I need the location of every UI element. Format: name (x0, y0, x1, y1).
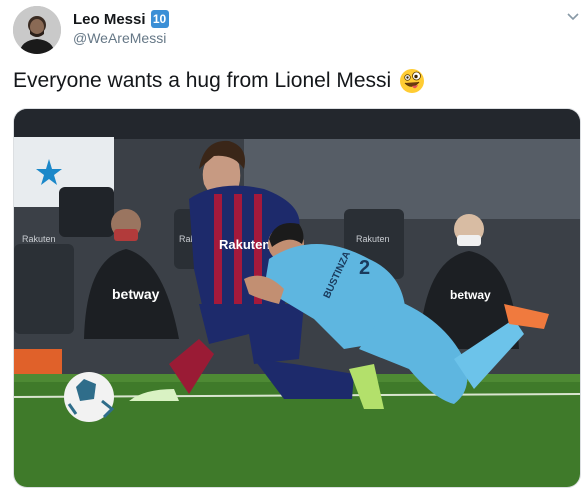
svg-text:betway: betway (450, 288, 491, 302)
chevron-down-icon[interactable] (566, 10, 580, 24)
tweet-photo[interactable]: Rakuten Rakuten Rakuten betway betway (13, 108, 581, 488)
tweet-card: Leo Messi 10 @WeAreMessi Everyone wants … (0, 0, 587, 492)
zany-face-emoji-icon (399, 68, 425, 94)
author-handle[interactable]: @WeAreMessi (73, 30, 166, 46)
svg-text:Rakuten: Rakuten (356, 234, 390, 244)
tweet-text-body: Everyone wants a hug from Lionel Messi (13, 69, 392, 92)
svg-text:Rakuten: Rakuten (219, 237, 270, 252)
author-name[interactable]: Leo Messi (73, 11, 146, 28)
svg-text:betway: betway (112, 286, 160, 302)
photo-scene: Rakuten Rakuten Rakuten betway betway (14, 109, 580, 487)
number-badge: 10 (150, 10, 169, 28)
svg-text:2: 2 (359, 257, 370, 279)
avatar[interactable] (13, 6, 61, 54)
ball-icon (64, 372, 115, 422)
author-row: Leo Messi 10 (73, 9, 169, 29)
tweet-text: Everyone wants a hug from Lionel Messi (13, 68, 425, 94)
svg-text:Rakuten: Rakuten (22, 234, 56, 244)
